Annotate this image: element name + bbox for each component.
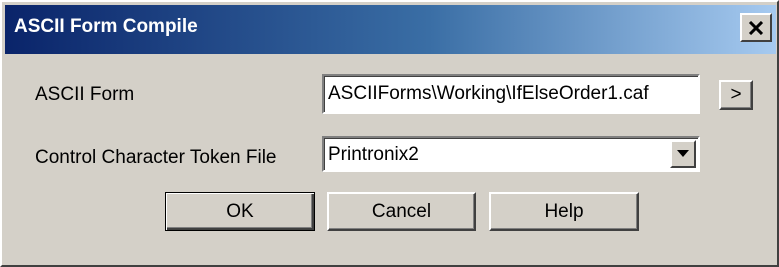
ascii-form-input[interactable]: ASCIIForms\Working\IfElseOrder1.caf xyxy=(322,74,700,114)
chevron-down-icon xyxy=(677,150,689,157)
browse-button[interactable]: > xyxy=(719,80,753,110)
ok-button-label: OK xyxy=(226,200,254,222)
ascii-form-compile-dialog: ASCII Form Compile ASCII Form ASCIIForms… xyxy=(0,0,779,267)
browse-button-label: > xyxy=(730,84,742,105)
ascii-form-label: ASCII Form xyxy=(35,84,135,105)
token-file-label: Control Character Token File xyxy=(35,147,277,168)
close-button[interactable] xyxy=(740,13,772,42)
ascii-form-input-value: ASCIIForms\Working\IfElseOrder1.caf xyxy=(328,83,649,104)
token-file-select-value: Printronix2 xyxy=(328,144,419,165)
help-button-label: Help xyxy=(544,200,584,222)
cancel-button-label: Cancel xyxy=(371,200,432,222)
close-icon xyxy=(748,20,764,35)
ok-button[interactable]: OK xyxy=(165,192,315,231)
token-file-select[interactable]: Printronix2 xyxy=(322,136,700,172)
help-button[interactable]: Help xyxy=(489,192,639,231)
dropdown-arrow-button[interactable] xyxy=(670,140,696,168)
title-bar[interactable]: ASCII Form Compile xyxy=(5,5,776,54)
cancel-button[interactable]: Cancel xyxy=(327,192,476,231)
window-title: ASCII Form Compile xyxy=(14,16,198,37)
